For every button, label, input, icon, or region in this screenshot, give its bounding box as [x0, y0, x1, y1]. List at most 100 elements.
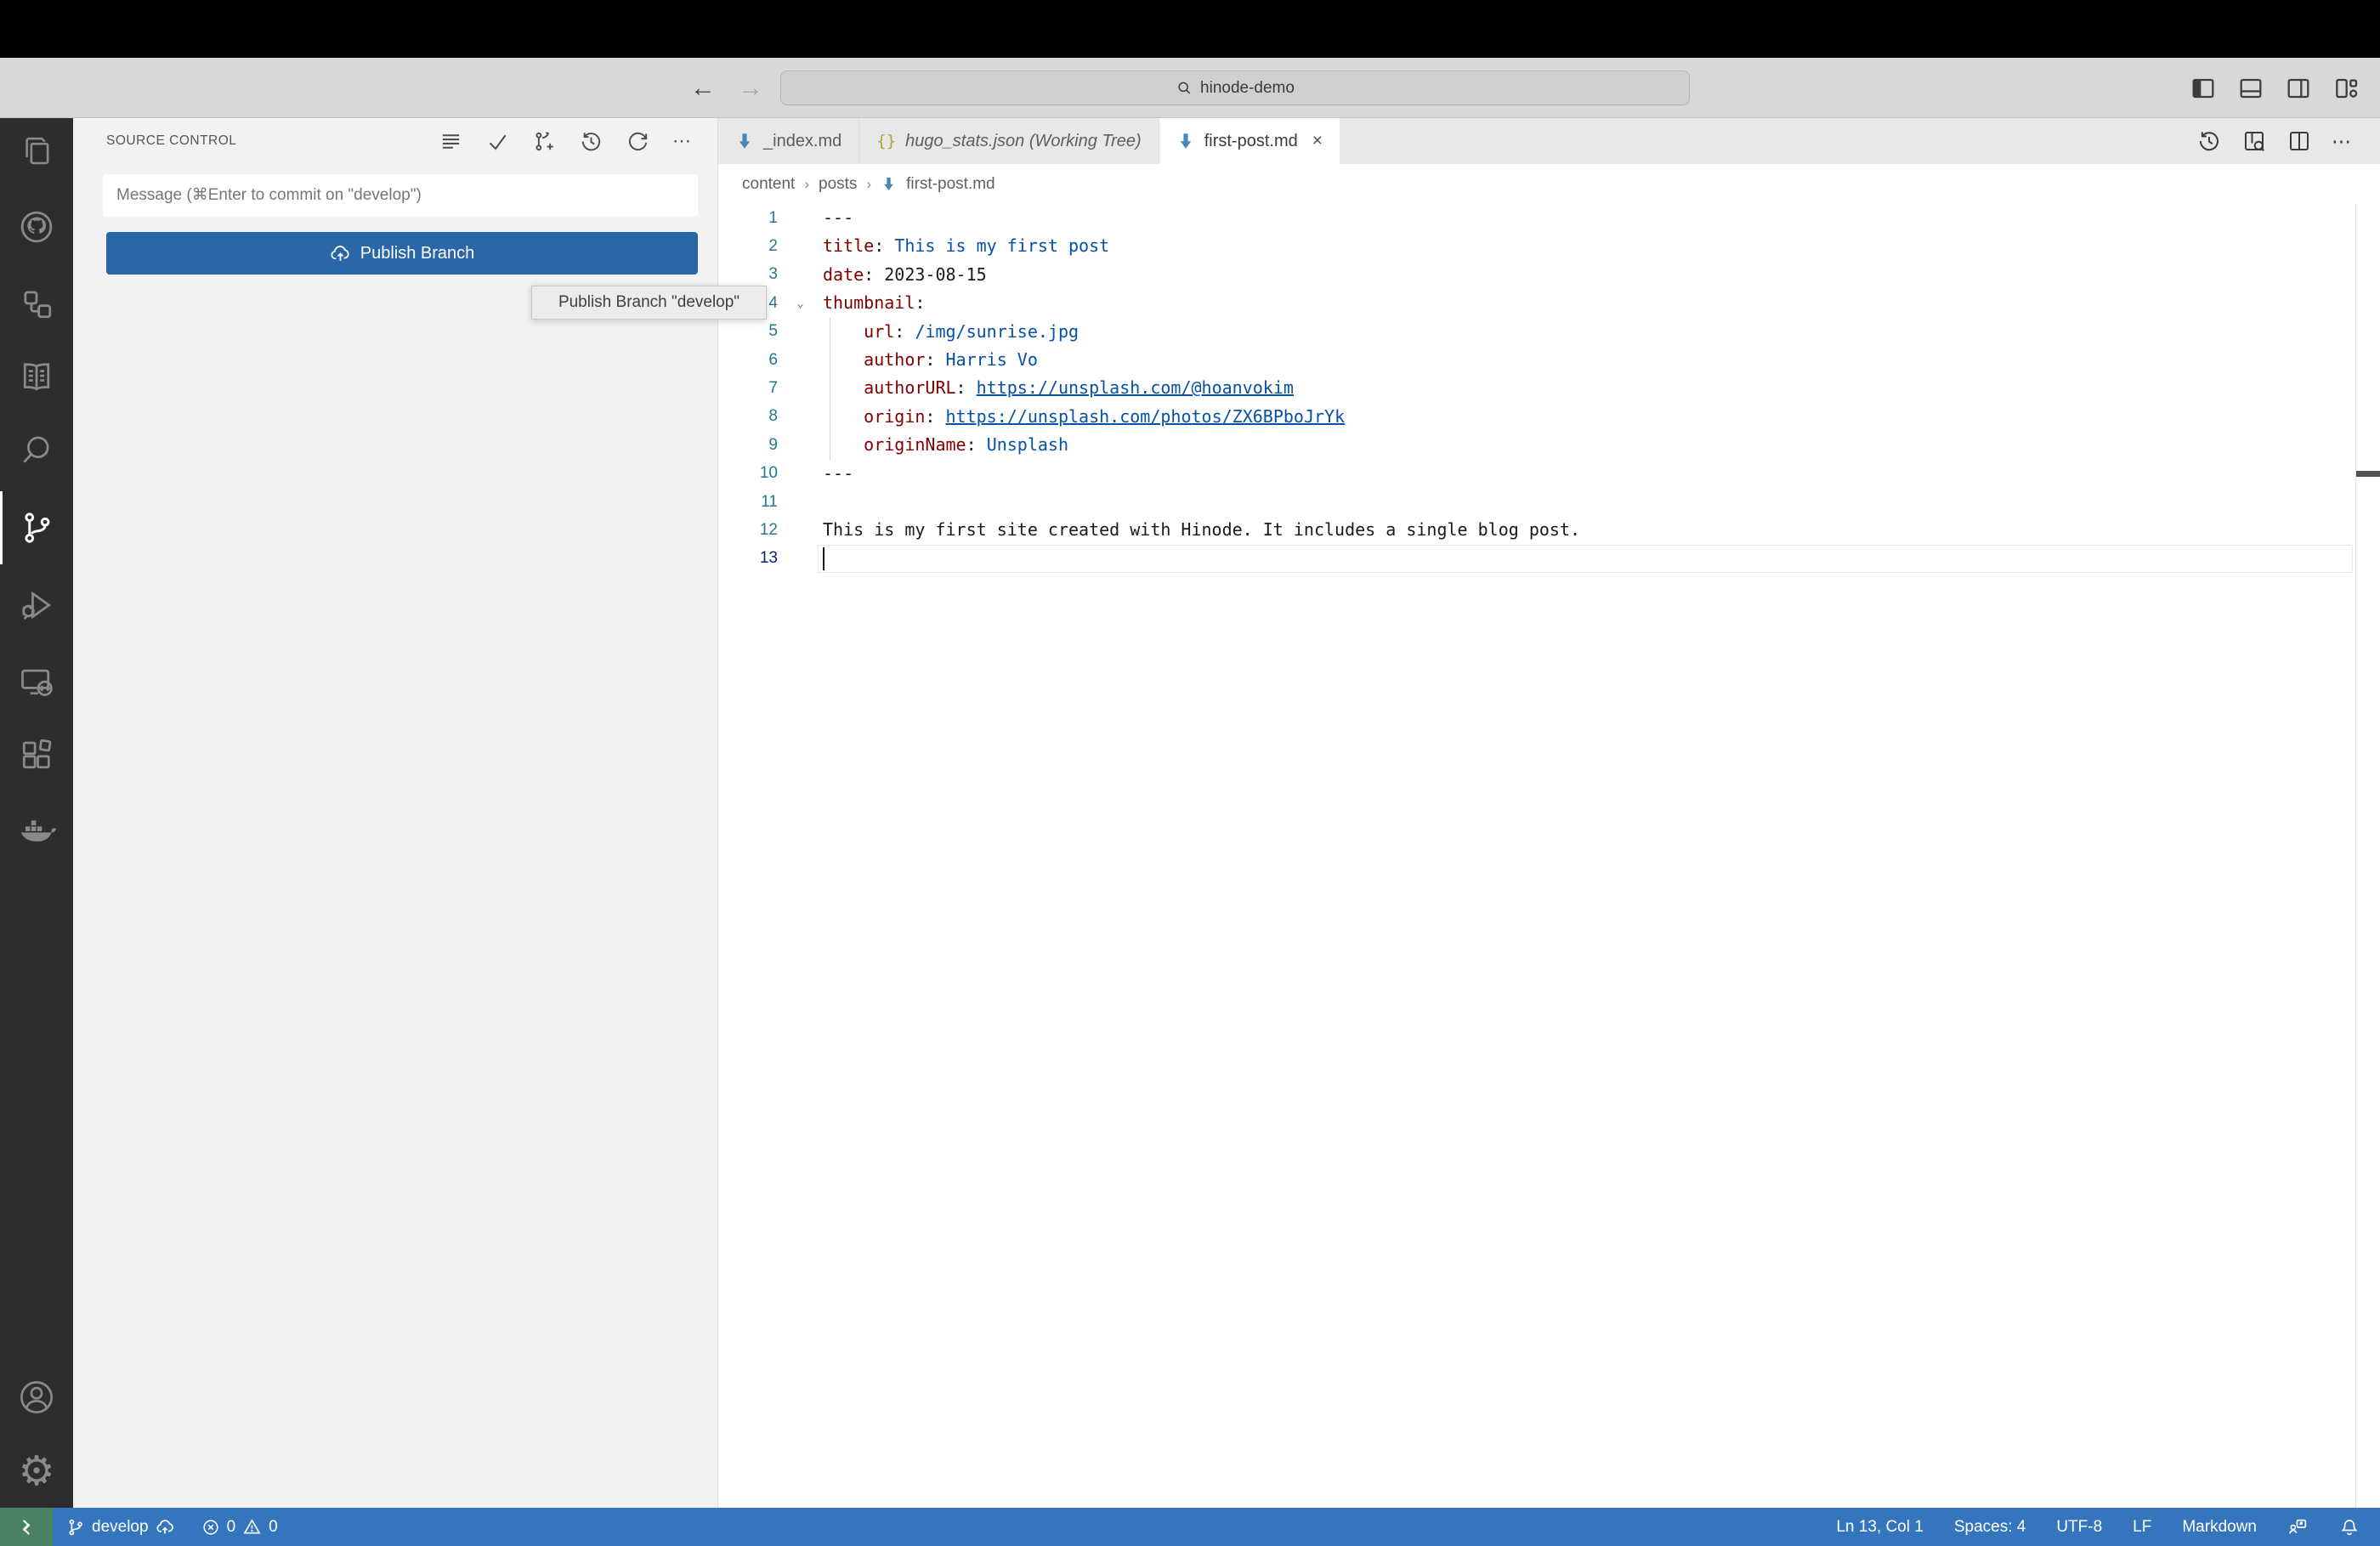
- view-as-list-icon[interactable]: [439, 129, 463, 154]
- code-line[interactable]: 11: [718, 488, 2380, 516]
- tab-first-post-md[interactable]: first-post.md ×: [1159, 118, 1340, 164]
- breadcrumb-item-file[interactable]: first-post.md: [906, 175, 995, 194]
- tab-label: _index.md: [763, 131, 842, 150]
- code-line[interactable]: 1 ---: [718, 204, 2380, 232]
- timeline-history-icon[interactable]: [2196, 128, 2222, 154]
- problems-status-item[interactable]: 0 0: [201, 1517, 278, 1537]
- source-control-icon: [18, 509, 55, 546]
- explorer-icon: [19, 133, 54, 168]
- code-line[interactable]: 8 origin: https://unsplash.com/photos/ZX…: [718, 402, 2380, 432]
- tab-index-md[interactable]: _index.md: [718, 118, 860, 164]
- sidebar-item-extensions[interactable]: [0, 719, 73, 792]
- settings-gear-button[interactable]: ⚙: [0, 1436, 73, 1509]
- sidebar-item-github[interactable]: [0, 190, 73, 263]
- line-number: 11: [761, 492, 778, 511]
- line-number: 12: [759, 520, 778, 539]
- markdown-file-icon: [1176, 132, 1195, 150]
- sidebar-item-hierarchy[interactable]: [0, 267, 73, 340]
- code-line[interactable]: 9 originName: Unsplash: [718, 431, 2380, 460]
- vscode-window: ← → hinode-demo ⚙ SOURCE CONTROL ⋯ Messa…: [0, 0, 2380, 1546]
- sidebar-item-explorer[interactable]: [0, 114, 73, 187]
- sidebar-item-docker[interactable]: [0, 794, 73, 867]
- code-line[interactable]: 12 This is my first site created with Hi…: [718, 516, 2380, 544]
- search-icon: [18, 432, 55, 469]
- line-number: 3: [768, 265, 778, 284]
- more-actions-icon[interactable]: ⋯: [672, 130, 693, 152]
- open-preview-icon[interactable]: [2241, 128, 2267, 154]
- line-number: 6: [768, 350, 778, 369]
- panel-title: SOURCE CONTROL: [106, 133, 237, 148]
- layout-controls: [2190, 58, 2360, 118]
- book-icon: [18, 358, 55, 395]
- search-icon: [1176, 80, 1193, 97]
- sidebar-item-search[interactable]: [0, 414, 73, 487]
- tab-hugo-stats-json[interactable]: {} hugo_stats.json (Working Tree): [859, 118, 1159, 164]
- publish-branch-tooltip: Publish Branch "develop": [531, 286, 767, 320]
- toggle-panel-icon[interactable]: [2237, 75, 2264, 102]
- code-line[interactable]: 3 date: 2023-08-15: [718, 261, 2380, 289]
- sidebar-item-source-control[interactable]: [0, 491, 73, 564]
- remote-indicator[interactable]: [0, 1508, 53, 1546]
- nav-forward-icon[interactable]: →: [738, 58, 763, 118]
- code-line[interactable]: 2 title: This is my first post: [718, 232, 2380, 260]
- publish-branch-button[interactable]: Publish Branch: [106, 232, 698, 275]
- code-line[interactable]: 10 ---: [718, 460, 2380, 488]
- sidebar-item-docs[interactable]: [0, 340, 73, 413]
- line-number: 8: [768, 407, 778, 426]
- status-bar: develop 0 0 Ln 13, Col 1 Spaces: 4 UTF-8…: [0, 1508, 2380, 1546]
- sidebar-item-remote-explorer[interactable]: [0, 645, 73, 718]
- breadcrumb-item-posts[interactable]: posts: [819, 175, 857, 194]
- tab-close-icon[interactable]: ×: [1312, 131, 1323, 151]
- line-number: 5: [768, 322, 778, 341]
- sidebar-item-run-debug[interactable]: [0, 569, 73, 642]
- indentation-item[interactable]: Spaces: 4: [1954, 1518, 2026, 1537]
- customize-layout-icon[interactable]: [2332, 75, 2360, 102]
- branch-status-item[interactable]: develop: [66, 1517, 176, 1538]
- text-cursor: [823, 546, 824, 570]
- top-black-strip: [0, 0, 2380, 58]
- cursor-position-item[interactable]: Ln 13, Col 1: [1836, 1518, 1923, 1537]
- more-actions-icon[interactable]: ⋯: [2332, 130, 2353, 153]
- code-line[interactable]: 6 author: Harris Vo: [718, 345, 2380, 375]
- commit-check-icon[interactable]: [485, 129, 510, 154]
- eol-item[interactable]: LF: [2133, 1518, 2151, 1537]
- feedback-item[interactable]: [2287, 1516, 2309, 1538]
- remote-explorer-icon: [18, 663, 55, 700]
- breadcrumb: content › posts › first-post.md: [718, 164, 2380, 204]
- notifications-item[interactable]: [2339, 1517, 2360, 1538]
- markdown-file-icon: [735, 132, 754, 150]
- encoding-item[interactable]: UTF-8: [2056, 1518, 2102, 1537]
- code-line-current[interactable]: 13: [718, 544, 2380, 574]
- code-line[interactable]: 4 ⌄ thumbnail:: [718, 289, 2380, 317]
- publish-branch-label: Publish Branch: [360, 243, 475, 263]
- fold-chevron-icon[interactable]: ⌄: [778, 297, 823, 310]
- accounts-icon: [17, 1378, 56, 1417]
- editor-group: _index.md {} hugo_stats.json (Working Tr…: [718, 118, 2380, 1508]
- warning-count: 0: [269, 1517, 278, 1536]
- breadcrumb-item-content[interactable]: content: [742, 175, 795, 194]
- command-center[interactable]: hinode-demo: [780, 71, 1690, 105]
- code-line[interactable]: 5 url: /img/sunrise.jpg: [718, 317, 2380, 347]
- history-icon[interactable]: [579, 129, 604, 154]
- commit-message-input[interactable]: [103, 174, 698, 217]
- cloud-upload-icon: [330, 243, 351, 264]
- nav-back-icon[interactable]: ←: [690, 58, 716, 118]
- language-mode-item[interactable]: Markdown: [2182, 1518, 2257, 1537]
- create-branch-icon[interactable]: [532, 129, 557, 154]
- overview-ruler[interactable]: [2355, 204, 2356, 1508]
- accounts-button[interactable]: [0, 1361, 73, 1434]
- toggle-secondary-sidebar-icon[interactable]: [2285, 75, 2312, 102]
- line-number: 10: [759, 464, 778, 483]
- error-icon: [201, 1518, 220, 1537]
- tab-bar: _index.md {} hugo_stats.json (Working Tr…: [718, 118, 2380, 164]
- line-number: 2: [768, 237, 778, 256]
- code-line[interactable]: 7 authorURL: https://unsplash.com/@hoanv…: [718, 374, 2380, 404]
- docker-icon: [17, 811, 56, 850]
- bell-icon: [2339, 1517, 2360, 1538]
- source-control-panel: SOURCE CONTROL ⋯ Publish Branch: [73, 118, 718, 1508]
- code-area: 1 --- 2 title: This is my first post 3 d…: [718, 204, 2380, 574]
- toggle-primary-sidebar-icon[interactable]: [2190, 75, 2217, 102]
- refresh-icon[interactable]: [626, 129, 650, 154]
- markdown-file-icon: [881, 176, 897, 192]
- split-editor-icon[interactable]: [2286, 128, 2312, 154]
